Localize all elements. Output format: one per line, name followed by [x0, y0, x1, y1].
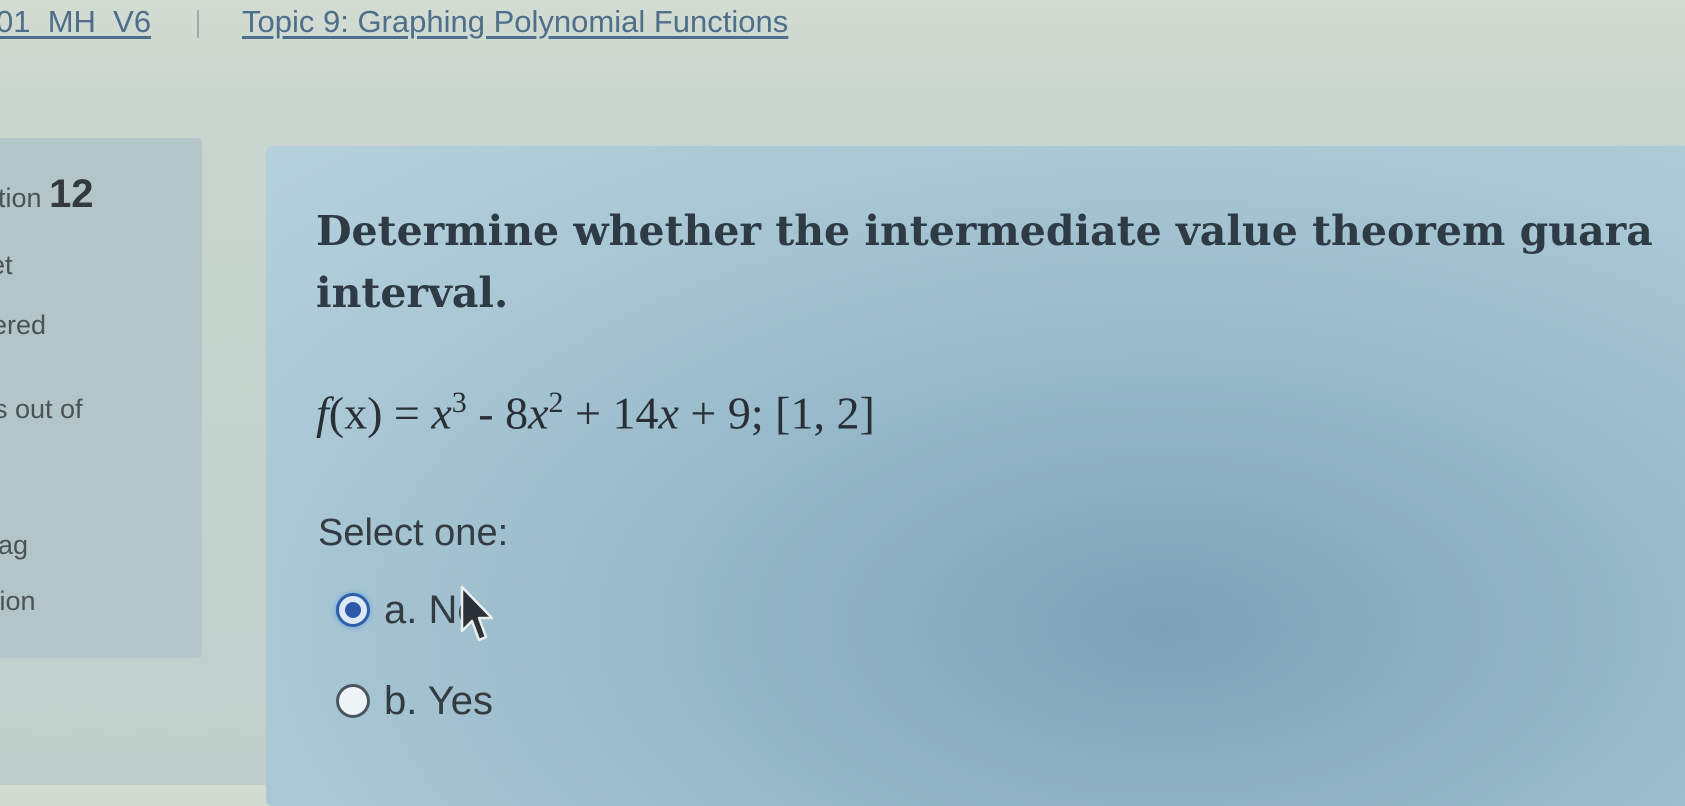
breadcrumb-course-link[interactable]: 01_MH_V6 [0, 4, 151, 40]
option-b-label[interactable]: b. Yes [384, 679, 493, 724]
breadcrumb-separator [197, 10, 199, 38]
question-text: Determine whether the intermediate value… [316, 200, 1685, 324]
option-a-radio[interactable] [336, 593, 370, 627]
question-number: tion 12 [0, 172, 94, 216]
select-one-prompt: Select one: [318, 512, 509, 554]
option-b-radio[interactable] [336, 684, 370, 718]
question-marks: s out of [0, 394, 83, 424]
breadcrumb-topic-link[interactable]: Topic 9: Graphing Polynomial Functions [242, 4, 788, 40]
question-status-line2: ered [0, 310, 47, 340]
question-status-line1: et [0, 250, 13, 280]
question-info-panel: tion 12 et ered s out of lag tion [0, 138, 202, 658]
option-b[interactable]: b. Yes [336, 676, 493, 726]
question-formula: f(x) = x3 - 8x2 + 14x + 9; [1, 2] [316, 386, 875, 439]
flag-question-link-line2[interactable]: tion [0, 586, 36, 617]
question-text-line1: Determine whether the intermediate value… [316, 207, 1653, 255]
flag-question-link-line1[interactable]: lag [0, 530, 28, 561]
breadcrumb: 01_MH_V6 Topic 9: Graphing Polynomial Fu… [0, 0, 1685, 50]
question-text-line2: interval. [316, 269, 509, 317]
mouse-pointer-icon [460, 585, 493, 642]
